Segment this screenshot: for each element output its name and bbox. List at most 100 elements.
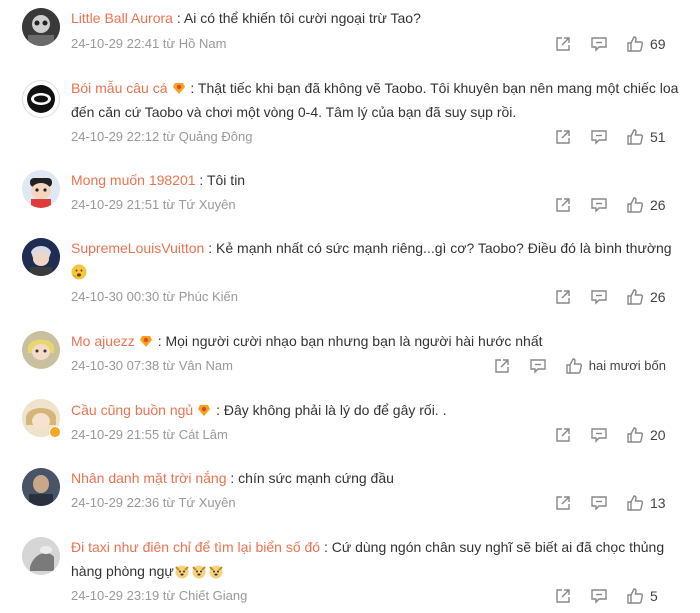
timestamp: 24-10-29 21:51 từ Tứ Xuyên — [71, 197, 236, 212]
username-link[interactable]: Bói mẫu câu cá — [71, 80, 168, 96]
share-icon[interactable] — [554, 587, 572, 605]
verified-badge-icon — [49, 426, 61, 438]
avatar[interactable] — [22, 468, 60, 506]
separator: : — [186, 80, 198, 96]
avatar[interactable] — [22, 170, 60, 208]
dog-emoji-icon — [208, 562, 224, 579]
fan-badge-icon — [196, 400, 212, 416]
comment-meta: 24-10-29 22:36 từ Tứ Xuyên 13 — [71, 491, 688, 515]
share-icon[interactable] — [554, 494, 572, 512]
dog-emoji-icon — [174, 562, 190, 579]
avatar[interactable] — [22, 80, 60, 118]
like-icon[interactable] — [626, 426, 644, 444]
separator: : — [204, 240, 217, 256]
fan-badge-icon — [138, 331, 154, 347]
comment-list: Little Ball Aurora : Ai có thể khiến tôi… — [0, 0, 700, 613]
username-link[interactable]: Little Ball Aurora — [71, 10, 173, 26]
avatar[interactable] — [22, 8, 60, 46]
share-icon[interactable] — [554, 196, 572, 214]
comment-actions: 69 — [554, 32, 666, 56]
username-link[interactable]: Cầu cũng buồn ngủ — [71, 402, 193, 418]
reply-icon[interactable] — [590, 35, 608, 53]
share-icon[interactable] — [493, 357, 511, 375]
timestamp: 24-10-29 21:55 từ Cát Lâm — [71, 427, 228, 442]
timestamp: 24-10-30 07:38 từ Vân Nam — [71, 358, 233, 373]
separator: : — [226, 470, 239, 486]
reply-icon[interactable] — [590, 426, 608, 444]
avatar[interactable] — [22, 537, 60, 575]
separator: : — [195, 172, 207, 188]
share-icon[interactable] — [554, 128, 572, 146]
comment-item: Little Ball Aurora : Ai có thể khiến tôi… — [0, 6, 700, 56]
reply-icon[interactable] — [529, 357, 547, 375]
like-icon[interactable] — [626, 196, 644, 214]
comment-meta: 24-10-29 21:51 từ Tứ Xuyên 26 — [71, 193, 688, 217]
username-link[interactable]: Mo ajuezz — [71, 333, 135, 349]
comment-item: Nhân danh mặt trời nắng : chín sức mạnh … — [0, 466, 700, 515]
comment-item: SupremeLouisVuitton : Kẻ mạnh nhất có sứ… — [0, 236, 700, 309]
reply-icon[interactable] — [590, 288, 608, 306]
avatar[interactable] — [22, 331, 60, 369]
share-icon[interactable] — [554, 426, 572, 444]
comment-text: Nhân danh mặt trời nắng : chín sức mạnh … — [71, 466, 688, 490]
like-icon[interactable] — [626, 494, 644, 512]
comment-meta: 24-10-29 22:12 từ Quảng Đông 51 — [71, 125, 688, 149]
timestamp: 24-10-30 00:30 từ Phúc Kiến — [71, 289, 238, 304]
comment-text: Mong muốn 198201 : Tôi tin — [71, 168, 688, 192]
share-icon[interactable] — [554, 288, 572, 306]
comment-text: Đi taxi như điên chỉ để tìm lại biển số … — [71, 535, 688, 583]
username-link[interactable]: SupremeLouisVuitton — [71, 240, 204, 256]
comment-text: SupremeLouisVuitton : Kẻ mạnh nhất có sứ… — [71, 236, 688, 284]
like-count: hai mươi bốn — [588, 358, 666, 373]
like-count: 5 — [650, 588, 658, 604]
comment-actions: 26 — [554, 285, 666, 309]
dog-emoji-icon — [191, 562, 207, 579]
avatar[interactable] — [22, 399, 61, 438]
username-link[interactable]: Đi taxi như điên chỉ để tìm lại biển số … — [71, 539, 320, 555]
reply-icon[interactable] — [590, 587, 608, 605]
username-link[interactable]: Nhân danh mặt trời nắng — [71, 470, 227, 486]
like-icon[interactable] — [626, 288, 644, 306]
comment-body: Mọi người cười nhạo bạn nhưng bạn là ngư… — [165, 333, 543, 349]
like-count: 20 — [650, 427, 666, 443]
comment-actions: hai mươi bốn — [493, 354, 666, 378]
comment-body: Tôi tin — [206, 172, 246, 188]
like-icon[interactable] — [626, 35, 644, 53]
comment-item: Mo ajuezz : Mọi người cười nhạo bạn nhưn… — [0, 329, 700, 378]
like-icon[interactable] — [626, 587, 644, 605]
comment-body: Kẻ mạnh nhất có sức mạnh riêng...gì cơ? … — [216, 240, 672, 256]
comment-text: Cầu cũng buồn ngủ : Đây không phải là lý… — [71, 398, 688, 422]
like-count: 26 — [650, 289, 666, 305]
timestamp: 24-10-29 23:19 từ Chiết Giang — [71, 588, 248, 603]
reply-icon[interactable] — [590, 196, 608, 214]
comment-item: Mong muốn 198201 : Tôi tin 24-10-29 21:5… — [0, 168, 700, 217]
share-icon[interactable] — [554, 35, 572, 53]
username-link[interactable]: Mong muốn 198201 — [71, 172, 196, 188]
fan-badge-icon — [171, 78, 187, 94]
comment-body: chín sức mạnh cứng đầu — [238, 470, 394, 486]
like-count: 51 — [650, 129, 666, 145]
comment-meta: 24-10-29 22:41 từ Hồ Nam 69 — [71, 32, 688, 56]
comment-actions: 51 — [554, 125, 666, 149]
comment-meta: 24-10-30 00:30 từ Phúc Kiến 26 — [71, 285, 688, 309]
separator: : — [172, 10, 184, 26]
avatar[interactable] — [22, 238, 60, 276]
timestamp: 24-10-29 22:41 từ Hồ Nam — [71, 36, 227, 51]
comment-body: Ai có thể khiến tôi cười ngoại trừ Tao? — [183, 10, 421, 26]
comment-item: Bói mẫu câu cá : Thật tiếc khi bạn đã kh… — [0, 76, 700, 149]
reply-icon[interactable] — [590, 128, 608, 146]
timestamp: 24-10-29 22:36 từ Tứ Xuyên — [71, 495, 236, 510]
like-icon[interactable] — [565, 357, 583, 375]
like-count: 26 — [650, 197, 666, 213]
comment-text: Bói mẫu câu cá : Thật tiếc khi bạn đã kh… — [71, 76, 688, 124]
comment-item: Đi taxi như điên chỉ để tìm lại biển số … — [0, 535, 700, 608]
separator: : — [153, 333, 166, 349]
comment-actions: 13 — [554, 491, 666, 515]
like-icon[interactable] — [626, 128, 644, 146]
reply-icon[interactable] — [590, 494, 608, 512]
separator: : — [212, 402, 224, 418]
comment-meta: 24-10-29 23:19 từ Chiết Giang 5 — [71, 584, 688, 608]
separator: : — [320, 539, 332, 555]
comment-actions: 26 — [554, 193, 666, 217]
like-count: 13 — [650, 495, 666, 511]
